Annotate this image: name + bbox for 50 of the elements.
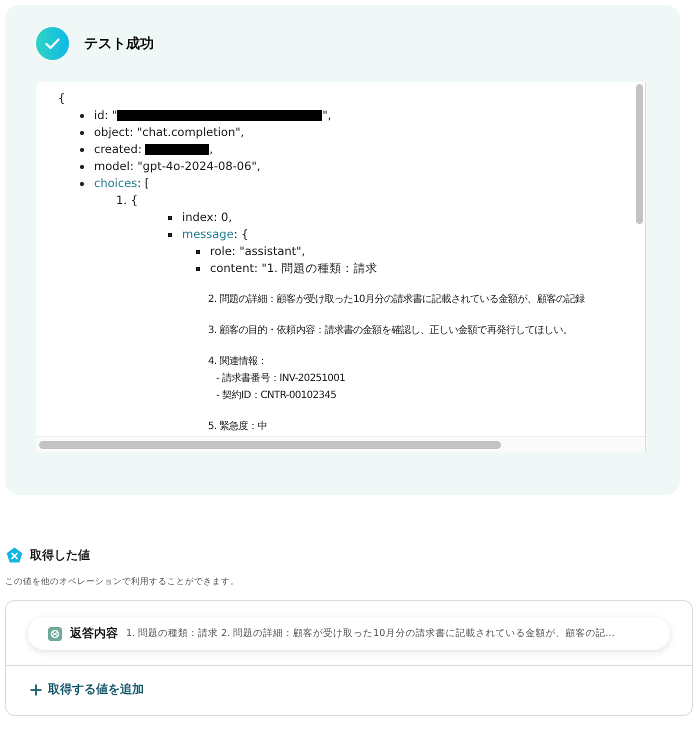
plus-icon <box>30 684 42 696</box>
add-value-button[interactable]: 取得する値を追加 <box>6 666 168 715</box>
json-value: : { <box>234 226 249 243</box>
scrollbar-thumb[interactable] <box>636 84 643 224</box>
bullet-icon <box>80 148 84 152</box>
variable-icon <box>6 547 23 564</box>
section-description: この値を他のオペレーションで利用することができます。 <box>5 576 240 588</box>
json-key: content <box>210 260 254 277</box>
bullet-icon <box>80 114 84 118</box>
ai-logo-icon <box>48 626 62 640</box>
json-key: created <box>94 141 138 158</box>
json-value: : [ <box>137 175 150 192</box>
json-line: { <box>58 90 66 107</box>
content-line: 3. 顧客の目的・依頼内容：請求書の金額を確認し、正しい金額で再発行してほしい。 <box>208 324 573 338</box>
content-line: 4. 関連情報： <box>208 354 268 369</box>
json-key-link[interactable]: message <box>182 226 234 243</box>
bullet-icon <box>168 232 172 236</box>
content-line: - 契約ID：CNTR-00102345 <box>215 388 336 403</box>
json-line: 1. { <box>116 192 138 209</box>
json-key: object <box>94 124 130 141</box>
bullet-icon <box>80 182 84 186</box>
content-line: - 請求書番号：INV-20251001 <box>215 372 346 386</box>
json-value: : "assistant", <box>232 243 306 260</box>
content-line: 5. 緊急度：中 <box>208 420 268 434</box>
content-line: 2. 問題の詳細：顧客が受け取った10月分の請求書に記載されている金額が、顧客の記録 <box>208 292 585 307</box>
bullet-icon <box>168 216 172 220</box>
json-value: : "chat.completion", <box>129 124 244 141</box>
section-title: 取得した値 <box>30 547 90 564</box>
value-chip[interactable]: 返答内容 1. 問題の種類：請求 2. 問題の詳細：顧客が受け取った10月分の請求書に記載されている金額が、顧客の記… <box>28 617 670 650</box>
value-label: 返答内容 <box>70 625 118 642</box>
json-key: model <box>94 158 130 175</box>
result-title: テスト成功 <box>84 34 154 52</box>
json-key: index <box>182 209 214 226</box>
json-value: : "gpt-4o-2024-08-06", <box>130 158 260 175</box>
bullet-icon <box>196 266 200 270</box>
json-key: role <box>210 243 232 260</box>
json-value: : " <box>104 107 118 124</box>
bullet-icon <box>80 130 84 134</box>
json-value: : "1. 問題の種類：請求 <box>254 260 378 277</box>
json-key: id <box>94 107 104 124</box>
value-preview: 1. 問題の種類：請求 2. 問題の詳細：顧客が受け取った10月分の請求書に記載されている金額が、顧客の記… <box>126 627 615 640</box>
scrollbar-thumb[interactable] <box>39 440 501 448</box>
bullet-icon <box>196 250 200 254</box>
check-icon <box>36 27 69 60</box>
json-value: : <box>138 141 143 158</box>
json-value: , <box>209 141 213 158</box>
json-key-link[interactable]: choices <box>94 175 138 192</box>
json-value: : 0, <box>213 209 232 226</box>
bullet-icon <box>80 164 84 168</box>
json-value: ", <box>322 107 332 124</box>
